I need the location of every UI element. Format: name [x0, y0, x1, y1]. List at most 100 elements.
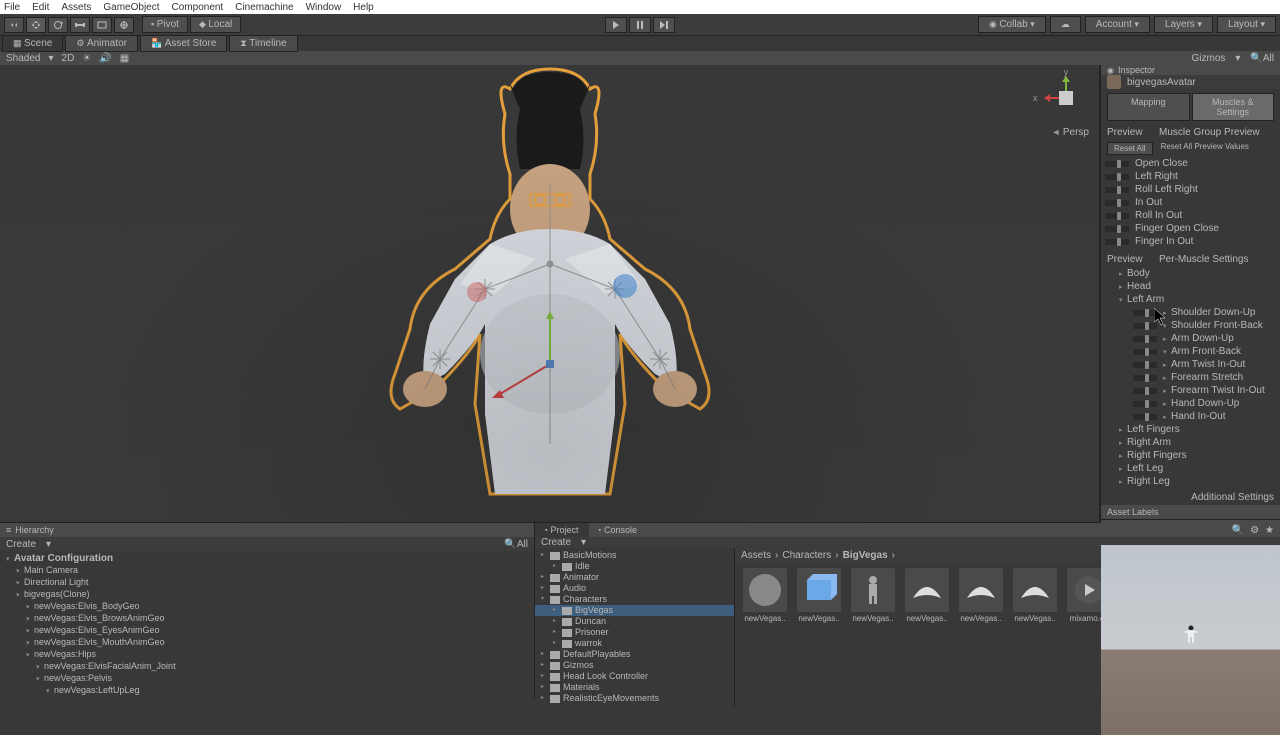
- muscle-group-2[interactable]: Roll Left Right: [1101, 183, 1280, 196]
- muscle-left_leg[interactable]: Left Leg: [1101, 462, 1280, 475]
- tab-animator[interactable]: ⚙ Animator: [65, 35, 138, 52]
- layers-dropdown[interactable]: Layers ▾: [1154, 16, 1213, 33]
- pivot-toggle[interactable]: ▪ Pivot: [142, 16, 188, 33]
- muscle-group-1[interactable]: Left Right: [1101, 170, 1280, 183]
- hierarchy-item-3[interactable]: bigvegas(Clone): [0, 589, 534, 601]
- muscle-group-3[interactable]: In Out: [1101, 196, 1280, 209]
- project-search-icon[interactable]: 🔍: [1232, 525, 1244, 536]
- muscle-group-5[interactable]: Finger Open Close: [1101, 222, 1280, 235]
- folder-bigvegas[interactable]: BigVegas: [535, 605, 734, 616]
- hierarchy-item-8[interactable]: newVegas:Hips: [0, 649, 534, 661]
- menu-file[interactable]: File: [4, 2, 20, 13]
- breadcrumb-characters[interactable]: Characters: [782, 550, 831, 561]
- muscle-shoulder_fb[interactable]: Shoulder Front-Back: [1101, 319, 1280, 332]
- folder-warrok[interactable]: warrok: [535, 638, 734, 649]
- scale-tool[interactable]: [70, 17, 90, 33]
- muscle-arm_twist[interactable]: Arm Twist In-Out: [1101, 358, 1280, 371]
- shaded-dropdown[interactable]: Shaded: [6, 53, 40, 64]
- muscle-left_fingers[interactable]: Left Fingers: [1101, 423, 1280, 436]
- menu-gameobject[interactable]: GameObject: [103, 2, 159, 13]
- project-filter-icon[interactable]: ⚙: [1250, 525, 1259, 536]
- tab-timeline[interactable]: ⧗ Timeline: [229, 35, 297, 52]
- local-toggle[interactable]: ◆ Local: [190, 16, 241, 33]
- tab-scene[interactable]: ▦ Scene: [2, 35, 63, 52]
- scene-viewport[interactable]: y x ◄ Persp: [0, 65, 1100, 522]
- muscle-right_fingers[interactable]: Right Fingers: [1101, 449, 1280, 462]
- folder-realisticeyemovements[interactable]: RealisticEyeMovements: [535, 693, 734, 704]
- menu-cinemachine[interactable]: Cinemachine: [235, 2, 293, 13]
- hierarchy-create[interactable]: Create: [6, 539, 36, 550]
- fx-icon[interactable]: ▦: [120, 53, 129, 64]
- muscle-arm_du[interactable]: Arm Down-Up: [1101, 332, 1280, 345]
- muscle-head[interactable]: Head: [1101, 280, 1280, 293]
- hierarchy-item-4[interactable]: newVegas:Elvis_BodyGeo: [0, 601, 534, 613]
- muscle-right_arm[interactable]: Right Arm: [1101, 436, 1280, 449]
- folder-animator[interactable]: Animator: [535, 572, 734, 583]
- muscle-right_leg[interactable]: Right Leg: [1101, 475, 1280, 488]
- hand-tool[interactable]: [4, 17, 24, 33]
- hierarchy-item-6[interactable]: newVegas:Elvis_EyesAnimGeo: [0, 625, 534, 637]
- cloud-button[interactable]: ☁: [1050, 16, 1081, 33]
- muscle-group-6[interactable]: Finger In Out: [1101, 235, 1280, 248]
- gizmos-dropdown[interactable]: Gizmos: [1191, 53, 1225, 64]
- tab-project[interactable]: Project: [535, 523, 589, 537]
- muscle-forearm_twist[interactable]: Forearm Twist In-Out: [1101, 384, 1280, 397]
- hierarchy-item-12[interactable]: newVegas:LeftLeg: [0, 697, 534, 698]
- muscle-hand_io[interactable]: Hand In-Out: [1101, 410, 1280, 423]
- folder-characters[interactable]: Characters: [535, 594, 734, 605]
- hierarchy-header[interactable]: Hierarchy: [0, 523, 534, 537]
- audio-icon[interactable]: 🔊: [99, 53, 111, 64]
- search-all[interactable]: 🔍All: [1250, 53, 1274, 64]
- asset-5[interactable]: newVegas..: [1011, 568, 1059, 623]
- folder-gizmos[interactable]: Gizmos: [535, 660, 734, 671]
- move-tool[interactable]: [26, 17, 46, 33]
- reset-all-button[interactable]: Reset All: [1107, 142, 1153, 155]
- hierarchy-search[interactable]: All: [517, 539, 528, 550]
- tab-muscles[interactable]: Muscles & Settings: [1192, 93, 1275, 121]
- hierarchy-item-5[interactable]: newVegas:Elvis_BrowsAnimGeo: [0, 613, 534, 625]
- hierarchy-item-10[interactable]: newVegas:Pelvis: [0, 673, 534, 685]
- folder-materials[interactable]: Materials: [535, 682, 734, 693]
- rotate-tool[interactable]: [48, 17, 68, 33]
- folder-audio[interactable]: Audio: [535, 583, 734, 594]
- breadcrumb-bigvegas[interactable]: BigVegas: [843, 550, 888, 561]
- hierarchy-item-0[interactable]: Avatar Configuration: [0, 553, 534, 565]
- menu-edit[interactable]: Edit: [32, 2, 49, 13]
- hierarchy-item-11[interactable]: newVegas:LeftUpLeg: [0, 685, 534, 697]
- muscle-group-0[interactable]: Open Close: [1101, 157, 1280, 170]
- folder-basicmotions[interactable]: BasicMotions: [535, 550, 734, 561]
- mode-2d-toggle[interactable]: 2D: [62, 53, 75, 64]
- project-create[interactable]: Create: [541, 537, 571, 548]
- additional-settings[interactable]: Additional Settings: [1191, 492, 1274, 503]
- hierarchy-item-1[interactable]: Main Camera: [0, 565, 534, 577]
- orientation-gizmo[interactable]: y x: [1041, 73, 1091, 123]
- menu-assets[interactable]: Assets: [61, 2, 91, 13]
- asset-2[interactable]: newVegas..: [849, 568, 897, 623]
- breadcrumb-assets[interactable]: Assets: [741, 550, 771, 561]
- collab-dropdown[interactable]: ◉ Collab ▾: [978, 16, 1046, 33]
- muscle-arm_fb[interactable]: Arm Front-Back: [1101, 345, 1280, 358]
- hierarchy-item-2[interactable]: Directional Light: [0, 577, 534, 589]
- muscle-shoulder_du[interactable]: Shoulder Down-Up: [1101, 306, 1280, 319]
- rect-tool[interactable]: [92, 17, 112, 33]
- menu-window[interactable]: Window: [306, 2, 342, 13]
- muscle-group-4[interactable]: Roll In Out: [1101, 209, 1280, 222]
- folder-head look controller[interactable]: Head Look Controller: [535, 671, 734, 682]
- asset-3[interactable]: newVegas..: [903, 568, 951, 623]
- folder-idle[interactable]: Idle: [535, 561, 734, 572]
- tab-mapping[interactable]: Mapping: [1107, 93, 1190, 121]
- step-button[interactable]: [653, 17, 675, 33]
- transform-tool[interactable]: [114, 17, 134, 33]
- folder-duncan[interactable]: Duncan: [535, 616, 734, 627]
- tab-asset-store[interactable]: 🏪 Asset Store: [140, 35, 227, 52]
- account-dropdown[interactable]: Account ▾: [1085, 16, 1150, 33]
- layout-dropdown[interactable]: Layout ▾: [1217, 16, 1276, 33]
- menu-component[interactable]: Component: [172, 2, 224, 13]
- muscle-hand_du[interactable]: Hand Down-Up: [1101, 397, 1280, 410]
- project-star-icon[interactable]: ★: [1265, 525, 1274, 536]
- inspector-header[interactable]: Inspector: [1101, 65, 1280, 75]
- muscle-forearm_stretch[interactable]: Forearm Stretch: [1101, 371, 1280, 384]
- muscle-body[interactable]: Body: [1101, 267, 1280, 280]
- asset-0[interactable]: newVegas..: [741, 568, 789, 623]
- asset-4[interactable]: newVegas..: [957, 568, 1005, 623]
